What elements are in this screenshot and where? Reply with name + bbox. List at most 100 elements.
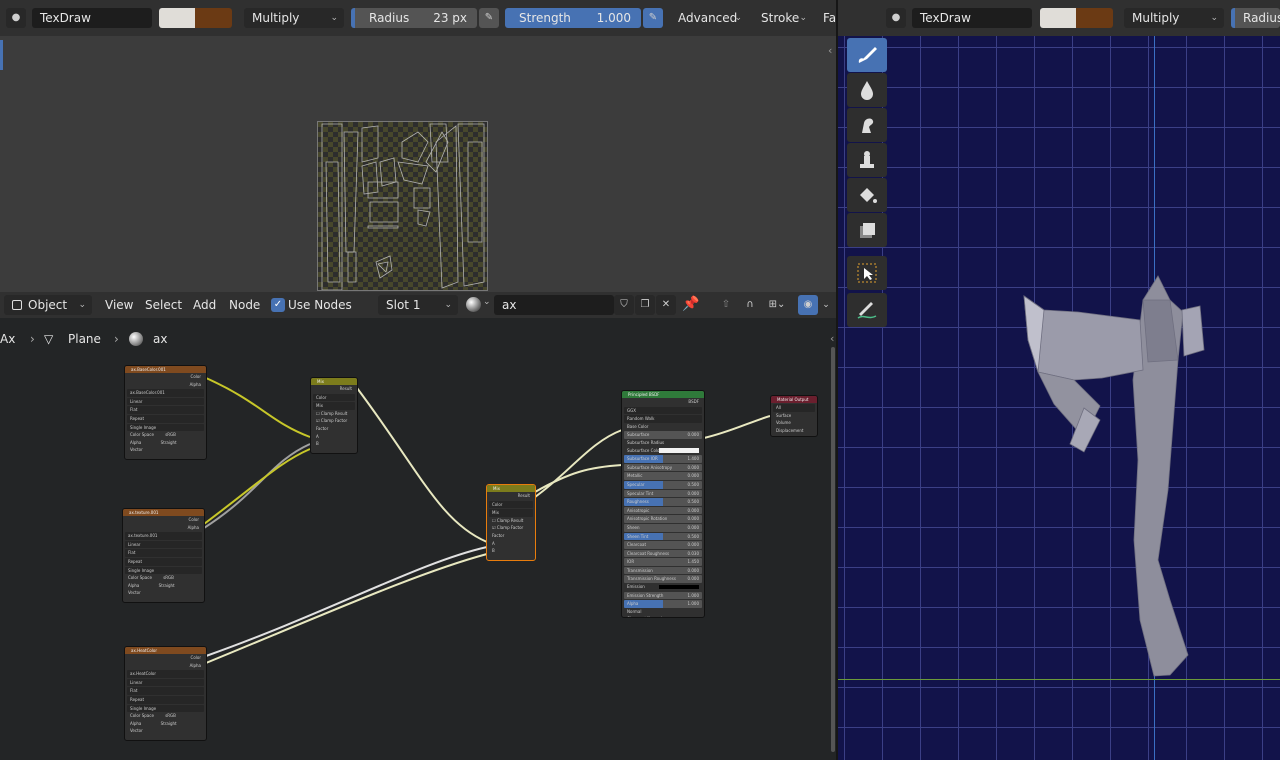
- source-dropdown[interactable]: Single Image: [125, 566, 202, 575]
- extension-dropdown[interactable]: Repeat: [125, 557, 202, 566]
- stroke-menu[interactable]: Stroke ⌄: [753, 8, 813, 28]
- subsurface-method-dropdown[interactable]: Random Walk: [624, 415, 702, 423]
- source-dropdown[interactable]: Single Image: [127, 704, 204, 713]
- primary-color-swatch[interactable]: [159, 8, 195, 28]
- image-texture-node-1[interactable]: ax.BaseColor.001 Color Alpha ax.BaseColo…: [124, 365, 207, 460]
- tool-draw[interactable]: [847, 38, 887, 72]
- blend-mode-dropdown[interactable]: Multiply ⌄: [244, 8, 344, 28]
- tool-fill[interactable]: [847, 178, 887, 212]
- input-a[interactable]: A: [313, 433, 355, 441]
- data-type-dropdown[interactable]: Color: [313, 393, 355, 402]
- data-type-dropdown[interactable]: Color: [489, 500, 533, 509]
- input-surface[interactable]: Surface: [773, 412, 815, 420]
- clamp-result-row[interactable]: ☐ Clamp Result: [313, 410, 355, 418]
- target-dropdown[interactable]: All: [773, 404, 815, 412]
- sidebar-toggle-icon[interactable]: ‹: [828, 44, 832, 57]
- bsdf-input-transmission-roughness[interactable]: Transmission Roughness 0.000: [624, 575, 702, 584]
- bsdf-input-clearcoat[interactable]: Clearcoat 0.000: [624, 541, 702, 549]
- subsurface-color-swatch[interactable]: [659, 448, 699, 453]
- interpolation-dropdown[interactable]: Linear: [127, 678, 204, 687]
- bsdf-input-sheen-tint[interactable]: Sheen Tint 0.500: [624, 532, 702, 541]
- colorspace-row[interactable]: Color Space sRGB: [127, 712, 204, 720]
- input-factor[interactable]: Factor: [489, 532, 533, 540]
- extension-dropdown[interactable]: Repeat: [127, 414, 204, 423]
- bsdf-input-specular-tint[interactable]: Specular Tint 0.000: [624, 489, 702, 498]
- bsdf-input-anisotropic[interactable]: Anisotropic 0.000: [624, 506, 702, 515]
- strength-slider[interactable]: Strength 1.000: [505, 8, 641, 28]
- radius-pressure-icon[interactable]: ✎: [479, 8, 499, 28]
- output-result[interactable]: Result: [489, 492, 533, 500]
- bsdf-input-subsurface[interactable]: Subsurface 0.000: [624, 431, 702, 439]
- clamp-factor-row[interactable]: ☑ Clamp Factor: [313, 417, 355, 425]
- source-dropdown[interactable]: Single Image: [127, 423, 204, 432]
- principled-bsdf-node[interactable]: Principled BSDF BSDF GGX Random Walk Bas…: [621, 390, 705, 618]
- projection-dropdown[interactable]: Flat: [127, 406, 204, 414]
- image-selector[interactable]: ax.BaseColor.001: [127, 389, 204, 397]
- bsdf-input-alpha[interactable]: Alpha 1.000: [624, 600, 702, 608]
- 3d-viewport[interactable]: ● TexDraw Multiply ⌄ Radius: [838, 0, 1280, 760]
- output-alpha[interactable]: Alpha: [127, 662, 204, 670]
- blend-mode-dropdown[interactable]: Mix: [489, 509, 533, 517]
- bsdf-input-ior[interactable]: IOR 1.450: [624, 558, 702, 566]
- image-selector[interactable]: ax.HeatColor: [127, 670, 204, 678]
- colorspace-row[interactable]: Color Space sRGB: [125, 574, 202, 582]
- alpha-row[interactable]: Alpha Straight: [125, 582, 202, 590]
- clamp-result-row[interactable]: ☐ Clamp Result: [489, 517, 533, 525]
- bsdf-input-roughness[interactable]: Roughness 0.500: [624, 498, 702, 506]
- input-a[interactable]: A: [489, 540, 533, 548]
- brush-name-field[interactable]: TexDraw: [32, 8, 152, 28]
- extension-dropdown[interactable]: Repeat: [127, 695, 204, 704]
- alpha-row[interactable]: Alpha Straight: [127, 439, 204, 447]
- bsdf-input-emission-strength[interactable]: Emission Strength 1.000: [624, 591, 702, 600]
- color-swatches[interactable]: [159, 8, 232, 28]
- bsdf-input-clearcoat-normal[interactable]: Clearcoat Normal: [624, 615, 702, 617]
- image-texture-node-3[interactable]: ax.HeatColor Color Alpha ax.HeatColor Li…: [124, 646, 207, 741]
- falloff-menu[interactable]: Fa: [817, 8, 836, 28]
- interpolation-dropdown[interactable]: Linear: [127, 397, 204, 406]
- output-color[interactable]: Color: [127, 654, 204, 662]
- image-editor[interactable]: ● TexDraw Multiply ⌄ Radius 23 px ✎ Stren…: [0, 0, 836, 292]
- input-factor[interactable]: Factor: [313, 425, 355, 433]
- output-alpha[interactable]: Alpha: [125, 524, 202, 532]
- bsdf-input-subsurface-ior[interactable]: Subsurface IOR 1.400: [624, 455, 702, 463]
- input-displacement[interactable]: Displacement: [773, 427, 815, 435]
- material-output-node[interactable]: Material Output All Surface Volume Displ…: [770, 395, 818, 437]
- image-selector[interactable]: ax.texture.001: [125, 532, 202, 540]
- mix-node-1[interactable]: Mix Result Color Mix ☐ Clamp Result ☑ Cl…: [310, 377, 358, 454]
- alpha-row[interactable]: Alpha Straight: [127, 720, 204, 728]
- strength-pressure-icon[interactable]: ✎: [643, 8, 663, 28]
- input-vector[interactable]: Vector: [125, 589, 202, 597]
- tool-mask[interactable]: [847, 213, 887, 247]
- tool-smear[interactable]: [847, 108, 887, 142]
- tool-select-box[interactable]: [847, 256, 887, 290]
- tool-annotate[interactable]: [847, 293, 887, 327]
- bsdf-input-emission[interactable]: Emission: [624, 583, 702, 591]
- tool-soften[interactable]: [847, 73, 887, 107]
- bsdf-input-anisotropic-rotation[interactable]: Anisotropic Rotation 0.000: [624, 515, 702, 523]
- bsdf-input-subsurface-color[interactable]: Subsurface Color: [624, 447, 702, 455]
- clamp-factor-row[interactable]: ☑ Clamp Factor: [489, 524, 533, 532]
- input-b[interactable]: B: [489, 547, 533, 555]
- uv-texture-canvas[interactable]: [317, 121, 488, 291]
- bsdf-input-transmission[interactable]: Transmission 0.000: [624, 566, 702, 575]
- bsdf-input-base-color[interactable]: Base Color: [624, 423, 702, 431]
- bsdf-input-clearcoat-roughness[interactable]: Clearcoat Roughness 0.030: [624, 549, 702, 558]
- output-result[interactable]: Result: [313, 385, 355, 393]
- output-color[interactable]: Color: [125, 516, 202, 524]
- distribution-dropdown[interactable]: GGX: [624, 406, 702, 415]
- bsdf-input-subsurface-radius[interactable]: Subsurface Radius: [624, 439, 702, 447]
- advanced-menu[interactable]: Advanced ⌄: [670, 8, 748, 28]
- emission-color-swatch[interactable]: [659, 584, 699, 590]
- shader-node-editor[interactable]: Object ⌄ View Select Add Node ✓ Use Nodes…: [0, 292, 836, 760]
- mix-node-2[interactable]: Mix Result Color Mix ☐ Clamp Result ☑ Cl…: [486, 484, 536, 561]
- input-b[interactable]: B: [313, 440, 355, 448]
- bsdf-input-metallic[interactable]: Metallic 0.000: [624, 472, 702, 480]
- bsdf-input-specular[interactable]: Specular 0.500: [624, 480, 702, 489]
- bsdf-input-normal[interactable]: Normal: [624, 608, 702, 616]
- output-alpha[interactable]: Alpha: [127, 381, 204, 389]
- projection-dropdown[interactable]: Flat: [127, 687, 204, 695]
- output-bsdf[interactable]: BSDF: [624, 398, 702, 406]
- input-vector[interactable]: Vector: [127, 446, 204, 454]
- secondary-color-swatch[interactable]: [195, 8, 232, 28]
- image-texture-node-2[interactable]: ax.texture.001 Color Alpha ax.texture.00…: [122, 508, 205, 603]
